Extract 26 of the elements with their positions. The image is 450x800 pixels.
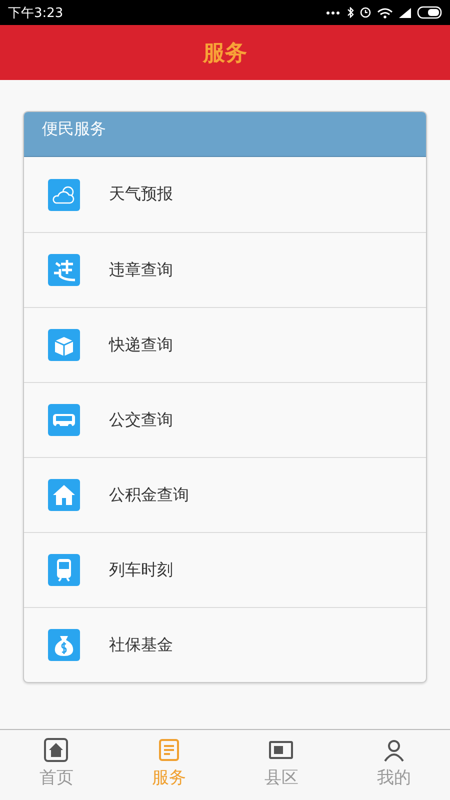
- cloud-sun-icon: [48, 178, 80, 210]
- document-icon: [156, 738, 181, 762]
- user-icon: [382, 738, 406, 762]
- wifi-icon: [377, 6, 393, 18]
- section-title: 便民服务: [42, 119, 106, 140]
- home-icon: [44, 738, 68, 762]
- train-icon: [48, 554, 80, 586]
- page-title: 服务: [203, 40, 247, 68]
- box-icon: [48, 329, 80, 361]
- service-item[interactable]: 公交查询: [24, 382, 426, 457]
- service-item[interactable]: 违章查询: [24, 232, 426, 307]
- bluetooth-icon: [347, 7, 354, 18]
- screen-icon: [269, 738, 294, 762]
- service-item[interactable]: 社保基金: [24, 607, 426, 682]
- service-item[interactable]: 公积金查询: [24, 457, 426, 532]
- battery-icon: [417, 6, 442, 19]
- money-bag-icon: [48, 629, 80, 661]
- service-item[interactable]: 快递查询: [24, 307, 426, 382]
- bus-icon: [48, 404, 80, 436]
- service-item[interactable]: 列车时刻: [24, 532, 426, 607]
- signal-icon: [399, 8, 411, 18]
- status-time: 下午3:23: [8, 4, 64, 22]
- more-icon: [326, 10, 341, 14]
- service-item[interactable]: 天气预报: [24, 157, 426, 232]
- alarm-icon: [360, 7, 371, 18]
- house-icon: [48, 479, 80, 511]
